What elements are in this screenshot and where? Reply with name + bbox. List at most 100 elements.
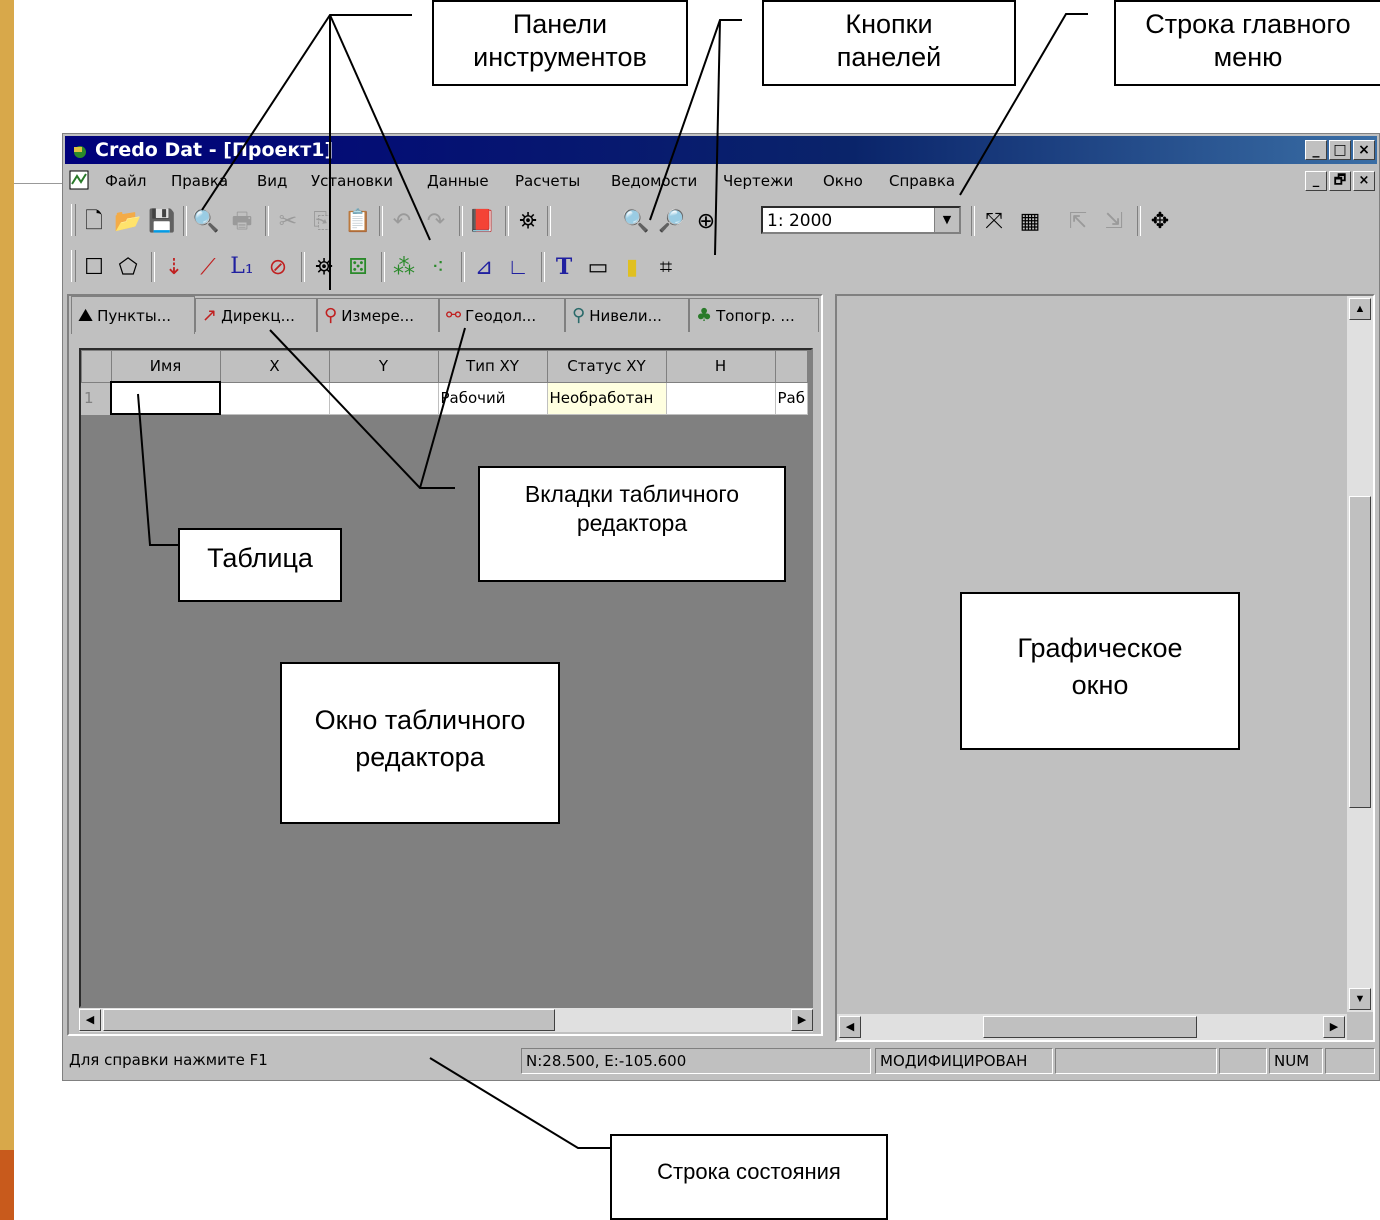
- scroll-up-icon[interactable]: ▲: [1349, 298, 1371, 320]
- scroll-thumb[interactable]: [1349, 496, 1371, 808]
- open-folder-icon[interactable]: 📂: [113, 206, 143, 236]
- scale-select[interactable]: 1: 2000 ▼: [761, 206, 961, 234]
- column-header[interactable]: Y: [328, 350, 439, 383]
- binoculars-icon[interactable]: ⛯: [513, 206, 543, 236]
- table-cell-extra[interactable]: Раб: [774, 381, 808, 415]
- column-header[interactable]: [774, 350, 808, 383]
- text-icon[interactable]: T: [549, 252, 579, 282]
- sort-icon[interactable]: ⇣: [159, 252, 189, 282]
- traverse-icon[interactable]: ⟋: [193, 252, 223, 282]
- select-rect-icon[interactable]: ☐: [79, 252, 109, 282]
- table-cell-status-xy[interactable]: Необработан: [546, 381, 667, 415]
- zoom-next-icon[interactable]: ⇲: [1099, 206, 1129, 236]
- scroll-left-icon[interactable]: ◀: [839, 1016, 861, 1038]
- tab-directions[interactable]: ↗ Дирекц...: [195, 298, 317, 332]
- new-file-icon[interactable]: 🗋: [79, 206, 109, 236]
- minimize-button[interactable]: _: [1305, 140, 1327, 160]
- scroll-right-icon[interactable]: ▶: [1323, 1016, 1345, 1038]
- sheet-icon[interactable]: ▮: [617, 252, 647, 282]
- close-button[interactable]: ×: [1353, 140, 1375, 160]
- undo-icon[interactable]: ↶: [387, 206, 417, 236]
- table-horizontal-scrollbar[interactable]: ◀ ▶: [79, 1008, 813, 1032]
- zoom-prev-icon[interactable]: ⇱: [1063, 206, 1093, 236]
- scroll-left-icon[interactable]: ◀: [79, 1009, 101, 1031]
- menu-reports[interactable]: Ведомости: [611, 172, 697, 190]
- doc-close-button[interactable]: ×: [1353, 171, 1375, 191]
- scroll-thumb[interactable]: [103, 1009, 555, 1031]
- tab-geodetic[interactable]: ⚯ Геодол...: [439, 298, 565, 332]
- scroll-right-icon[interactable]: ▶: [791, 1009, 813, 1031]
- grid-coords-icon[interactable]: ▦: [1015, 206, 1045, 236]
- redo-icon[interactable]: ↷: [421, 206, 451, 236]
- graphic-vertical-scrollbar[interactable]: ▲ ▼: [1347, 296, 1373, 1012]
- tab-leveling[interactable]: ⚲ Нивели...: [565, 298, 689, 332]
- table-header-row: Имя X Y Тип XY Статус XY H: [81, 350, 808, 383]
- doc-restore-button[interactable]: 🗗: [1329, 171, 1351, 191]
- column-header[interactable]: Статус XY: [546, 350, 667, 383]
- leveling-tab-icon: ⚲: [572, 305, 586, 326]
- crop-icon[interactable]: ⌗: [651, 252, 681, 282]
- toolbar-grip[interactable]: [71, 250, 76, 282]
- resize-grip-icon[interactable]: [1325, 1048, 1375, 1074]
- cut-icon[interactable]: ✂: [273, 206, 303, 236]
- column-header[interactable]: Тип XY: [437, 350, 548, 383]
- menu-data[interactable]: Данные: [427, 172, 489, 190]
- points-query-icon[interactable]: ⁖: [423, 252, 453, 282]
- print-preview-icon[interactable]: 🔍: [191, 206, 221, 236]
- line-tool-icon[interactable]: L₁: [227, 252, 257, 282]
- print-icon[interactable]: 🖶: [227, 206, 257, 236]
- maximize-button[interactable]: □: [1329, 140, 1351, 160]
- column-header[interactable]: H: [665, 350, 776, 383]
- menu-file[interactable]: Файл: [105, 172, 146, 190]
- save-icon[interactable]: 💾: [147, 206, 177, 236]
- menu-edit[interactable]: Правка: [171, 172, 228, 190]
- row-number[interactable]: 1: [81, 381, 112, 415]
- zoom-window-icon[interactable]: ⊕: [691, 206, 721, 236]
- scroll-down-icon[interactable]: ▼: [1349, 988, 1371, 1010]
- menu-help[interactable]: Справка: [889, 172, 955, 190]
- frame-icon[interactable]: ▭: [583, 252, 613, 282]
- find-icon[interactable]: ⛯: [309, 252, 339, 282]
- book-icon[interactable]: 📕: [467, 206, 497, 236]
- column-header[interactable]: X: [219, 350, 330, 383]
- column-header[interactable]: Имя: [110, 350, 221, 383]
- table-cell-type-xy[interactable]: Рабочий: [437, 381, 548, 415]
- zoom-out-icon[interactable]: 🔎: [657, 206, 687, 236]
- doc-minimize-button[interactable]: _: [1305, 171, 1327, 191]
- table-cell-name[interactable]: [110, 381, 221, 415]
- graphic-horizontal-scrollbar[interactable]: ◀ ▶: [837, 1014, 1347, 1040]
- scroll-thumb[interactable]: [983, 1016, 1197, 1038]
- callout-status-line: Строка состояния: [610, 1134, 888, 1220]
- points-icon[interactable]: ⁂: [389, 252, 419, 282]
- select-polygon-icon[interactable]: ⬠: [113, 252, 143, 282]
- measure-tab-icon: ⚲: [324, 305, 338, 326]
- pan-icon[interactable]: ✥: [1145, 206, 1175, 236]
- menu-drawings[interactable]: Чертежи: [723, 172, 793, 190]
- paste-icon[interactable]: 📋: [343, 206, 373, 236]
- layers-icon[interactable]: ⚄: [343, 252, 373, 282]
- link-icon[interactable]: ⊘: [263, 252, 293, 282]
- angle-icon[interactable]: ⊿: [469, 252, 499, 282]
- directions-tab-icon: ↗: [202, 305, 218, 326]
- zoom-in-icon[interactable]: 🔍: [621, 206, 651, 236]
- app-icon: [74, 146, 86, 158]
- menu-settings[interactable]: Установки: [311, 172, 393, 190]
- toolbar-grip[interactable]: [71, 204, 76, 236]
- zoom-extents-icon[interactable]: ⤧: [979, 206, 1009, 236]
- menu-calculations[interactable]: Расчеты: [515, 172, 580, 190]
- callout-toolbars: Панели инструментов: [432, 0, 688, 86]
- tab-points[interactable]: ⛰ Пункты...: [71, 296, 195, 334]
- document-icon[interactable]: [69, 170, 89, 190]
- table-cell-y[interactable]: [328, 381, 439, 415]
- tab-measurements[interactable]: ⚲ Измере...: [317, 298, 439, 332]
- copy-icon[interactable]: ⎘: [307, 206, 337, 236]
- menu-window[interactable]: Окно: [823, 172, 863, 190]
- angle-query-icon[interactable]: ∟: [503, 252, 533, 282]
- title-bar[interactable]: Credo Dat - [Проект1] _ □ ×: [65, 136, 1377, 164]
- tab-topography[interactable]: ♣ Топогр. ...: [689, 298, 819, 332]
- table-cell-h[interactable]: [665, 381, 776, 415]
- toolbar-separator: [505, 206, 509, 236]
- chevron-down-icon[interactable]: ▼: [934, 208, 959, 232]
- table-cell-x[interactable]: [219, 381, 330, 415]
- menu-view[interactable]: Вид: [257, 172, 287, 190]
